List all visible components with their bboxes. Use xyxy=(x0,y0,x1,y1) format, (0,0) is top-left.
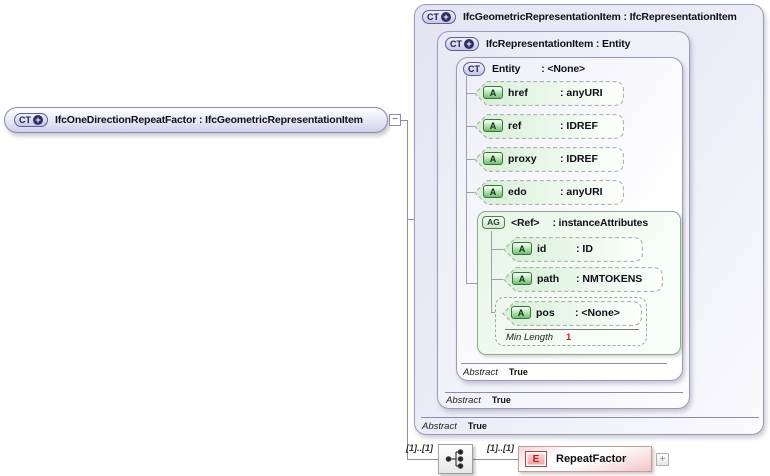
attribute-name: ref xyxy=(508,120,522,132)
facet-label: Min Length xyxy=(506,332,554,343)
complex-type-icon: CT + xyxy=(14,113,48,127)
cardinality-label-after: [1]..[1] xyxy=(487,443,514,453)
sequence-compositor[interactable] xyxy=(438,444,473,474)
abstract-value: True xyxy=(467,421,487,431)
plus-badge-icon: + xyxy=(464,39,474,49)
attribute-icon: A xyxy=(483,86,503,99)
attribute-node-edo[interactable]: A edo : anyURI xyxy=(474,180,624,205)
attribute-tree-stub xyxy=(491,279,503,280)
complex-type-icon: CT + xyxy=(422,10,456,24)
complex-type-icon-label: CT xyxy=(19,115,31,125)
attribute-name: href xyxy=(508,87,528,99)
attribute-icon: A xyxy=(483,119,503,132)
plus-badge-icon: + xyxy=(33,115,43,125)
abstract-separator xyxy=(421,417,759,418)
attribute-icon: A xyxy=(512,242,532,255)
attribute-facet-group: A pos : <None> Min Length 1 xyxy=(495,297,647,346)
main-type-node[interactable]: CT + IfcOneDirectionRepeatFactor : IfcGe… xyxy=(4,107,388,133)
sequence-icon xyxy=(445,449,464,469)
attribute-type: : anyURI xyxy=(560,87,603,99)
base-type-box-level2[interactable]: CT + IfcRepresentationItem : Entity CT E… xyxy=(437,31,690,409)
abstract-label: Abstract xyxy=(446,395,481,406)
attribute-node-pos[interactable]: A pos : <None> xyxy=(502,301,642,326)
complex-type-icon: CT + xyxy=(445,37,479,51)
attribute-group-box[interactable]: AG <Ref> : instanceAttributes A id: ID … xyxy=(477,211,681,355)
element-icon: E xyxy=(525,451,547,467)
attribute-name: path xyxy=(537,273,560,285)
attribute-tree-stub xyxy=(491,249,503,250)
attribute-node-id[interactable]: A id : ID xyxy=(503,237,643,262)
attribute-type: : anyURI xyxy=(560,186,603,198)
base-type-box-entity[interactable]: CT Entity : <None> A href: anyURI A ref… xyxy=(456,57,683,381)
attribute-type: : ID xyxy=(576,243,593,255)
attribute-type: : IDREF xyxy=(560,120,598,132)
abstract-row-level2: Abstract True xyxy=(446,395,511,406)
plus-badge-icon: + xyxy=(441,12,451,22)
base-type-title-level1: IfcGeometricRepresentationItem : IfcRepr… xyxy=(463,11,737,23)
complex-type-icon-label: CT xyxy=(427,12,439,22)
cardinality-label-before: [1]..[1] xyxy=(406,443,433,453)
attribute-group-header: AG <Ref> : instanceAttributes xyxy=(482,216,648,229)
abstract-separator xyxy=(445,392,683,393)
complex-type-icon: CT xyxy=(463,62,485,76)
facet-row: Min Length 1 xyxy=(506,332,571,343)
entity-type: : <None> xyxy=(541,63,586,75)
complex-type-icon-label: CT xyxy=(468,64,480,74)
base-type-box-level1[interactable]: CT + IfcGeometricRepresentationItem : If… xyxy=(414,4,764,435)
base-type-header-level1: CT + IfcGeometricRepresentationItem : If… xyxy=(422,10,737,24)
attribute-type: : NMTOKENS xyxy=(576,273,643,285)
abstract-label: Abstract xyxy=(463,367,498,378)
base-type-title-level2: IfcRepresentationItem : Entity xyxy=(486,38,631,50)
facet-separator xyxy=(505,329,639,330)
entity-header: CT Entity : <None> xyxy=(463,62,585,76)
attribute-node-href[interactable]: A href : anyURI xyxy=(474,81,624,106)
attribute-tree-line xyxy=(491,231,492,312)
attribute-tree-stub xyxy=(466,283,477,284)
attribute-node-ref[interactable]: A ref : IDREF xyxy=(474,114,624,139)
entity-name: Entity xyxy=(492,63,521,75)
element-label: RepeatFactor xyxy=(556,453,627,465)
xsd-schema-diagram: CT + IfcOneDirectionRepeatFactor : IfcGe… xyxy=(0,0,770,476)
main-type-label: IfcOneDirectionRepeatFactor : IfcGeometr… xyxy=(55,114,363,126)
attribute-tree-stub xyxy=(466,192,474,193)
attribute-group-type: : instanceAttributes xyxy=(552,216,649,229)
complex-type-icon-label: CT xyxy=(450,39,462,49)
connector-line xyxy=(407,459,438,460)
attribute-node-proxy[interactable]: A proxy : IDREF xyxy=(474,147,624,172)
connector-trunk-line xyxy=(407,120,408,460)
attribute-icon: A xyxy=(512,272,532,285)
attribute-name: pos xyxy=(536,307,555,319)
abstract-value: True xyxy=(491,395,511,405)
attribute-icon: A xyxy=(483,152,503,165)
collapse-toggle[interactable]: − xyxy=(389,114,401,126)
expand-toggle[interactable]: + xyxy=(656,453,669,466)
facet-value: 1 xyxy=(566,332,572,343)
attribute-type: : <None> xyxy=(575,307,620,319)
attribute-tree-stub xyxy=(466,126,474,127)
element-node-repeatfactor[interactable]: E RepeatFactor xyxy=(518,446,652,472)
attribute-name: proxy xyxy=(508,153,537,165)
attribute-tree-stub xyxy=(466,159,474,160)
attribute-type: : IDREF xyxy=(560,153,598,165)
attribute-icon: A xyxy=(483,185,503,198)
abstract-value: True xyxy=(508,367,528,377)
abstract-row-entity: Abstract True xyxy=(463,367,528,378)
connector-line xyxy=(473,459,518,460)
attribute-name: id xyxy=(537,243,547,255)
attribute-tree-stub xyxy=(466,93,474,94)
attribute-icon: A xyxy=(511,306,531,319)
attribute-node-path[interactable]: A path : NMTOKENS xyxy=(503,267,663,292)
attribute-group-icon: AG xyxy=(482,216,505,229)
abstract-separator xyxy=(461,363,667,364)
attribute-name: edo xyxy=(508,186,527,198)
base-type-header-level2: CT + IfcRepresentationItem : Entity xyxy=(445,37,630,51)
attribute-tree-line xyxy=(466,76,467,283)
attribute-group-name: <Ref> xyxy=(511,216,540,229)
abstract-label: Abstract xyxy=(422,421,457,432)
abstract-row-level1: Abstract True xyxy=(422,421,487,432)
